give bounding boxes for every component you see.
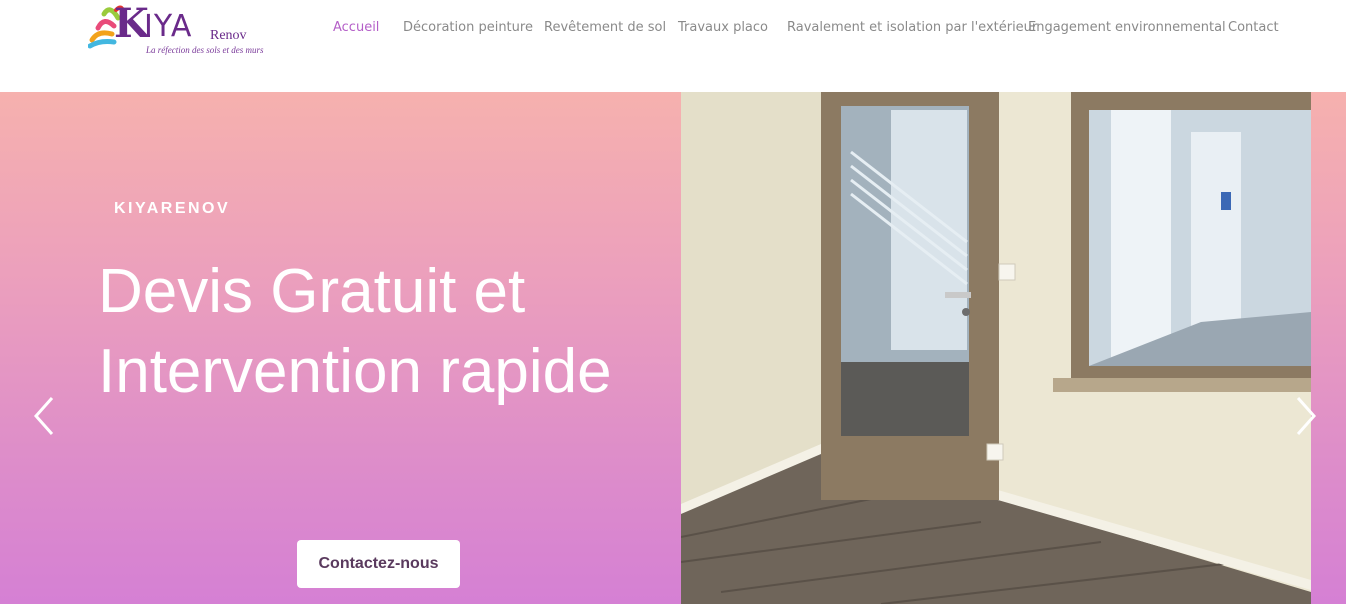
chevron-left-icon[interactable] — [30, 392, 60, 440]
contact-button[interactable]: Contactez-nous — [297, 540, 460, 588]
nav-item-engagement-environnemental[interactable]: Engagement environnemental — [1028, 18, 1226, 38]
hero-photo — [681, 92, 1311, 604]
hero-headline: Devis Gratuit et Intervention rapide — [98, 257, 612, 406]
chevron-right-icon[interactable] — [1290, 392, 1320, 440]
nav-item-decoration-peinture[interactable]: Décoration peinture — [403, 18, 533, 38]
site-logo[interactable]: K IYA Renov La réfection des sols et des… — [88, 0, 264, 58]
hero-kicker: KIYARENOV — [114, 200, 231, 217]
logo-wordmark: IYA — [144, 9, 193, 44]
logo-renov: Renov — [210, 28, 247, 43]
nav-item-revetement-de-sol[interactable]: Revêtement de sol — [544, 18, 666, 38]
site-header: K IYA Renov La réfection des sols et des… — [0, 0, 1346, 92]
nav-item-ravalement-isolation[interactable]: Ravalement et isolation par l'extérieur — [787, 18, 1037, 38]
nav-item-accueil[interactable]: Accueil — [333, 18, 379, 38]
logo-tagline: La réfection des sols et des murs — [146, 45, 264, 55]
room-illustration — [681, 92, 1311, 604]
nav-item-contact[interactable]: Contact — [1228, 18, 1279, 38]
hero-slider: KIYARENOV Devis Gratuit et Intervention … — [0, 92, 1346, 604]
nav-item-travaux-placo[interactable]: Travaux placo — [678, 18, 768, 38]
